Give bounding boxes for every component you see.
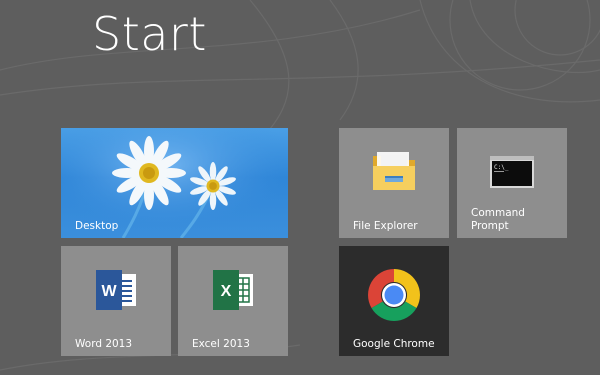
tile-label-line1: Command <box>471 207 525 219</box>
tile-label-line2: Prompt <box>471 220 509 232</box>
tile-label: Desktop <box>75 220 119 232</box>
chrome-icon <box>368 269 420 321</box>
excel-icon: X <box>213 270 253 310</box>
svg-text:C:\_: C:\_ <box>494 164 509 171</box>
tile-label: Excel 2013 <box>192 338 250 350</box>
tile-label: Google Chrome <box>353 338 435 350</box>
tile-file-explorer[interactable]: File Explorer <box>339 128 449 238</box>
tile-excel-2013[interactable]: X Excel 2013 <box>178 246 288 356</box>
word-icon: W <box>96 270 136 310</box>
tile-command-prompt[interactable]: C:\_ Command Prompt <box>457 128 567 238</box>
terminal-icon: C:\_ <box>490 156 534 188</box>
folder-icon <box>373 152 415 190</box>
tile-word-2013[interactable]: W Word 2013 <box>61 246 171 356</box>
svg-text:W: W <box>101 283 117 300</box>
tile-desktop[interactable]: Desktop <box>61 128 288 238</box>
svg-text:X: X <box>221 283 232 300</box>
tile-label: Word 2013 <box>75 338 133 350</box>
tile-label: Command Prompt <box>471 207 525 233</box>
start-title: Start <box>92 7 207 61</box>
tile-label: File Explorer <box>353 220 418 232</box>
tile-google-chrome[interactable]: Google Chrome <box>339 246 449 356</box>
